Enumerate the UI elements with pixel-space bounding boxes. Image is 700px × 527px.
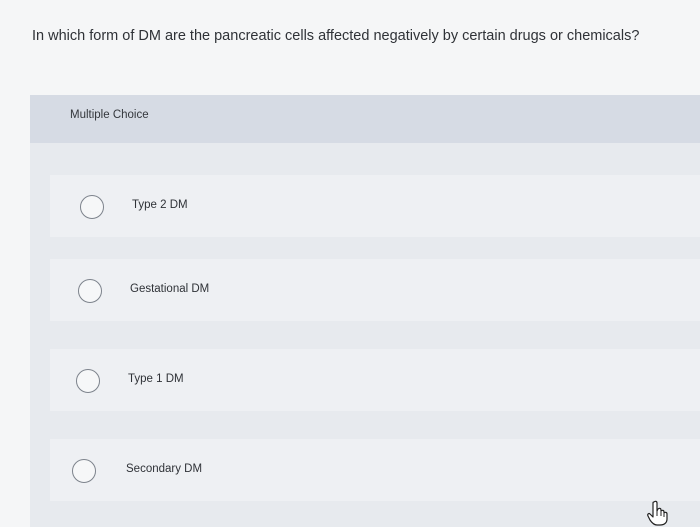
panel-header: Multiple Choice <box>30 95 700 143</box>
quiz-page: In which form of DM are the pancreatic c… <box>0 0 700 527</box>
radio-button[interactable] <box>78 279 102 303</box>
panel-title: Multiple Choice <box>70 109 149 121</box>
option-type-2-dm[interactable]: Type 2 DM <box>50 175 700 237</box>
option-label: Gestational DM <box>130 283 210 295</box>
radio-button[interactable] <box>72 459 96 483</box>
radio-button[interactable] <box>80 195 104 219</box>
answer-panel: Multiple Choice Type 2 DM Gestational DM… <box>30 95 700 527</box>
option-type-1-dm[interactable]: Type 1 DM <box>50 349 700 411</box>
option-label: Secondary DM <box>126 463 203 475</box>
question-text: In which form of DM are the pancreatic c… <box>32 28 640 44</box>
radio-button[interactable] <box>76 369 100 393</box>
option-label: Type 1 DM <box>128 373 184 385</box>
option-secondary-dm[interactable]: Secondary DM <box>50 439 700 501</box>
option-label: Type 2 DM <box>132 199 188 211</box>
hand-pointer-icon <box>647 500 668 526</box>
option-gestational-dm[interactable]: Gestational DM <box>50 259 700 321</box>
